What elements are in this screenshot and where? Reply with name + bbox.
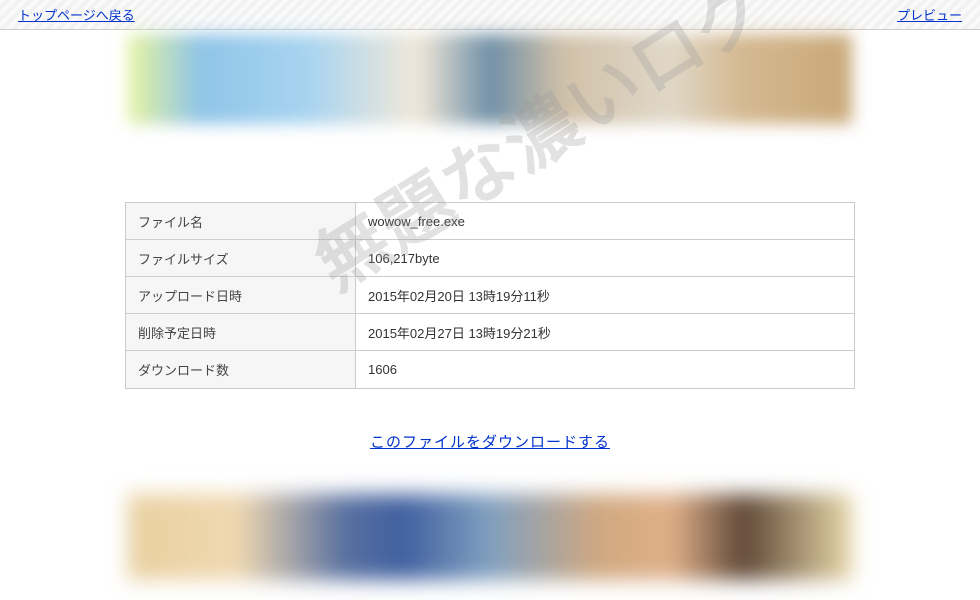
value-filesize: 106,217byte: [356, 240, 854, 277]
download-link-container: このファイルをダウンロードする: [125, 431, 855, 452]
label-download-count: ダウンロード数: [126, 351, 356, 388]
preview-link[interactable]: プレビュー: [897, 5, 962, 24]
table-row: ファイル名 wowow_free.exe: [126, 203, 854, 240]
table-row: 削除予定日時 2015年02月27日 13時19分21秒: [126, 314, 854, 351]
value-upload-date: 2015年02月20日 13時19分11秒: [356, 277, 854, 314]
value-filename: wowow_free.exe: [356, 203, 854, 240]
top-ad-banner[interactable]: [128, 34, 852, 124]
main-container: ファイル名 wowow_free.exe ファイルサイズ 106,217byte…: [125, 30, 855, 580]
header-bar: トップページへ戻る プレビュー: [0, 0, 980, 30]
table-row: アップロード日時 2015年02月20日 13時19分11秒: [126, 277, 854, 314]
back-to-top-link[interactable]: トップページへ戻る: [18, 5, 135, 24]
download-file-link[interactable]: このファイルをダウンロードする: [370, 434, 610, 451]
table-row: ダウンロード数 1606: [126, 351, 854, 388]
file-info-table: ファイル名 wowow_free.exe ファイルサイズ 106,217byte…: [125, 202, 855, 389]
table-row: ファイルサイズ 106,217byte: [126, 240, 854, 277]
label-delete-date: 削除予定日時: [126, 314, 356, 351]
label-upload-date: アップロード日時: [126, 277, 356, 314]
bottom-ad-banner[interactable]: [128, 494, 852, 580]
label-filename: ファイル名: [126, 203, 356, 240]
value-download-count: 1606: [356, 351, 854, 388]
value-delete-date: 2015年02月27日 13時19分21秒: [356, 314, 854, 351]
label-filesize: ファイルサイズ: [126, 240, 356, 277]
